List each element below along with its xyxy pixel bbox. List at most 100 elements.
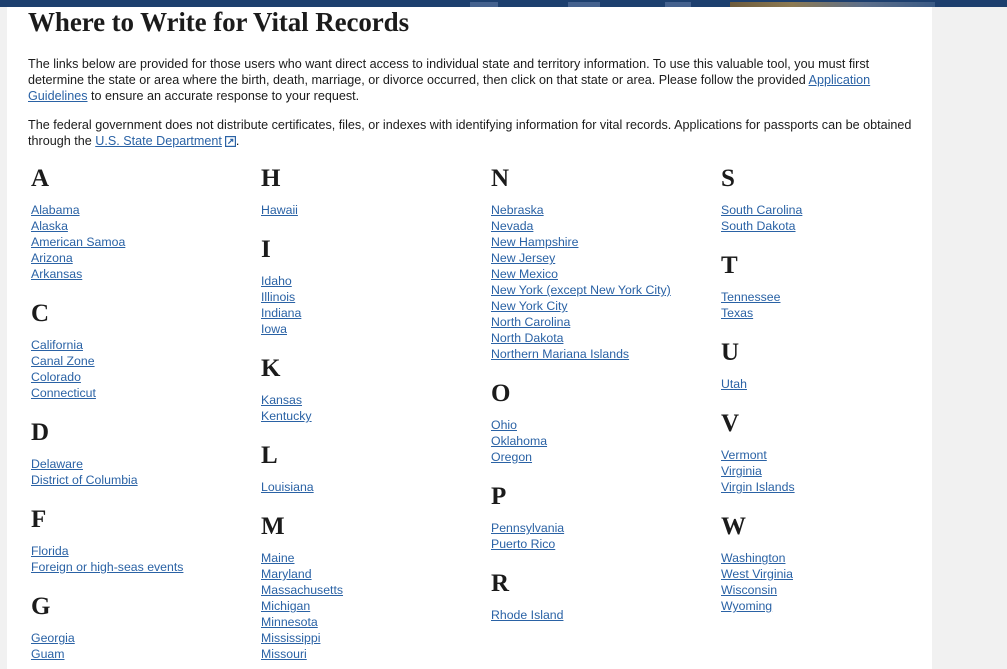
list-item: Arkansas [31, 266, 254, 282]
state-list-k: Kansas Kentucky [254, 392, 484, 424]
state-link-pennsylvania[interactable]: Pennsylvania [491, 521, 564, 535]
state-link-virginia[interactable]: Virginia [721, 464, 762, 478]
list-item: Northern Mariana Islands [491, 346, 714, 362]
state-link-minnesota[interactable]: Minnesota [261, 615, 318, 629]
state-list-c: California Canal Zone Colorado Connectic… [24, 337, 254, 401]
list-item: Oregon [491, 449, 714, 465]
list-item: Florida [31, 543, 254, 559]
state-link-oklahoma[interactable]: Oklahoma [491, 434, 547, 448]
state-link-south-carolina[interactable]: South Carolina [721, 203, 802, 217]
state-link-tennessee[interactable]: Tennessee [721, 290, 780, 304]
state-link-illinois[interactable]: Illinois [261, 290, 295, 304]
list-item: Kansas [261, 392, 484, 408]
state-link-alabama[interactable]: Alabama [31, 203, 80, 217]
state-list-w: Washington West Virginia Wisconsin Wyomi… [714, 550, 944, 614]
list-item: North Carolina [491, 314, 714, 330]
letter-heading-m: M [261, 513, 285, 540]
state-column-4: S South Carolina South Dakota T Tennesse… [714, 165, 944, 614]
state-link-idaho[interactable]: Idaho [261, 274, 292, 288]
state-link-arkansas[interactable]: Arkansas [31, 267, 82, 281]
state-link-puerto-rico[interactable]: Puerto Rico [491, 537, 555, 551]
letter-heading-h: H [261, 165, 281, 192]
letter-heading-l: L [261, 442, 278, 469]
state-link-delaware[interactable]: Delaware [31, 457, 83, 471]
state-list-g: Georgia Guam [24, 630, 254, 662]
list-item: Ohio [491, 417, 714, 433]
state-link-maryland[interactable]: Maryland [261, 567, 312, 581]
state-link-texas[interactable]: Texas [721, 306, 753, 320]
state-link-kentucky[interactable]: Kentucky [261, 409, 312, 423]
state-link-alaska[interactable]: Alaska [31, 219, 68, 233]
state-link-mississippi[interactable]: Mississippi [261, 631, 320, 645]
state-list-v: Vermont Virginia Virgin Islands [714, 447, 944, 495]
state-link-new-york-except-new-york-city[interactable]: New York (except New York City) [491, 283, 671, 297]
list-item: Nebraska [491, 202, 714, 218]
letter-group-v: V Vermont Virginia Virgin Islands [714, 410, 944, 495]
state-link-canal-zone[interactable]: Canal Zone [31, 354, 95, 368]
list-item: Wisconsin [721, 582, 944, 598]
state-link-virgin-islands[interactable]: Virgin Islands [721, 480, 795, 494]
state-link-louisiana[interactable]: Louisiana [261, 480, 314, 494]
letter-group-o: O Ohio Oklahoma Oregon [484, 380, 714, 465]
state-link-district-of-columbia[interactable]: District of Columbia [31, 473, 138, 487]
state-link-ohio[interactable]: Ohio [491, 418, 517, 432]
state-link-south-dakota[interactable]: South Dakota [721, 219, 796, 233]
list-item: Minnesota [261, 614, 484, 630]
state-link-wisconsin[interactable]: Wisconsin [721, 583, 777, 597]
state-link-foreign-or-high-seas-events[interactable]: Foreign or high-seas events [31, 560, 183, 574]
list-item: Alaska [31, 218, 254, 234]
letter-heading-v: V [721, 410, 740, 437]
state-link-massachusetts[interactable]: Massachusetts [261, 583, 343, 597]
intro-paragraph-2: The federal government does not distribu… [24, 117, 914, 149]
state-link-california[interactable]: California [31, 338, 83, 352]
state-link-indiana[interactable]: Indiana [261, 306, 301, 320]
state-link-iowa[interactable]: Iowa [261, 322, 287, 336]
list-item: New York (except New York City) [491, 282, 714, 298]
letter-heading-r: R [491, 570, 510, 597]
letter-group-p: P Pennsylvania Puerto Rico [484, 483, 714, 552]
state-link-new-mexico[interactable]: New Mexico [491, 267, 558, 281]
list-item: New Hampshire [491, 234, 714, 250]
state-link-michigan[interactable]: Michigan [261, 599, 310, 613]
letter-heading-t: T [721, 252, 738, 279]
state-link-arizona[interactable]: Arizona [31, 251, 73, 265]
us-state-department-link[interactable]: U.S. State Department [95, 134, 222, 148]
state-link-colorado[interactable]: Colorado [31, 370, 81, 384]
state-link-connecticut[interactable]: Connecticut [31, 386, 96, 400]
state-list-o: Ohio Oklahoma Oregon [484, 417, 714, 465]
list-item: Pennsylvania [491, 520, 714, 536]
state-link-new-hampshire[interactable]: New Hampshire [491, 235, 578, 249]
state-link-northern-mariana-islands[interactable]: Northern Mariana Islands [491, 347, 629, 361]
state-link-north-dakota[interactable]: North Dakota [491, 331, 563, 345]
state-link-nevada[interactable]: Nevada [491, 219, 533, 233]
state-link-columns: A Alabama Alaska American Samoa Arizona … [24, 165, 932, 662]
state-link-new-jersey[interactable]: New Jersey [491, 251, 555, 265]
state-link-missouri[interactable]: Missouri [261, 647, 307, 661]
state-link-hawaii[interactable]: Hawaii [261, 203, 298, 217]
state-link-florida[interactable]: Florida [31, 544, 69, 558]
state-link-nebraska[interactable]: Nebraska [491, 203, 544, 217]
state-link-wyoming[interactable]: Wyoming [721, 599, 772, 613]
state-link-washington[interactable]: Washington [721, 551, 785, 565]
state-link-guam[interactable]: Guam [31, 647, 65, 661]
state-link-georgia[interactable]: Georgia [31, 631, 75, 645]
state-link-new-york-city[interactable]: New York City [491, 299, 568, 313]
state-link-north-carolina[interactable]: North Carolina [491, 315, 570, 329]
state-link-american-samoa[interactable]: American Samoa [31, 235, 125, 249]
list-item: Virgin Islands [721, 479, 944, 495]
list-item: Nevada [491, 218, 714, 234]
letter-heading-i: I [261, 236, 271, 263]
state-link-rhode-island[interactable]: Rhode Island [491, 608, 563, 622]
letter-group-u: U Utah [714, 339, 944, 392]
state-link-vermont[interactable]: Vermont [721, 448, 767, 462]
state-link-maine[interactable]: Maine [261, 551, 295, 565]
state-list-f: Florida Foreign or high-seas events [24, 543, 254, 575]
state-link-oregon[interactable]: Oregon [491, 450, 532, 464]
state-link-kansas[interactable]: Kansas [261, 393, 302, 407]
state-list-u: Utah [714, 376, 944, 392]
state-link-west-virginia[interactable]: West Virginia [721, 567, 793, 581]
state-list-l: Louisiana [254, 479, 484, 495]
state-link-utah[interactable]: Utah [721, 377, 747, 391]
content-wrapper: Where to Write for Vital Records The lin… [7, 7, 932, 149]
list-item: Mississippi [261, 630, 484, 646]
